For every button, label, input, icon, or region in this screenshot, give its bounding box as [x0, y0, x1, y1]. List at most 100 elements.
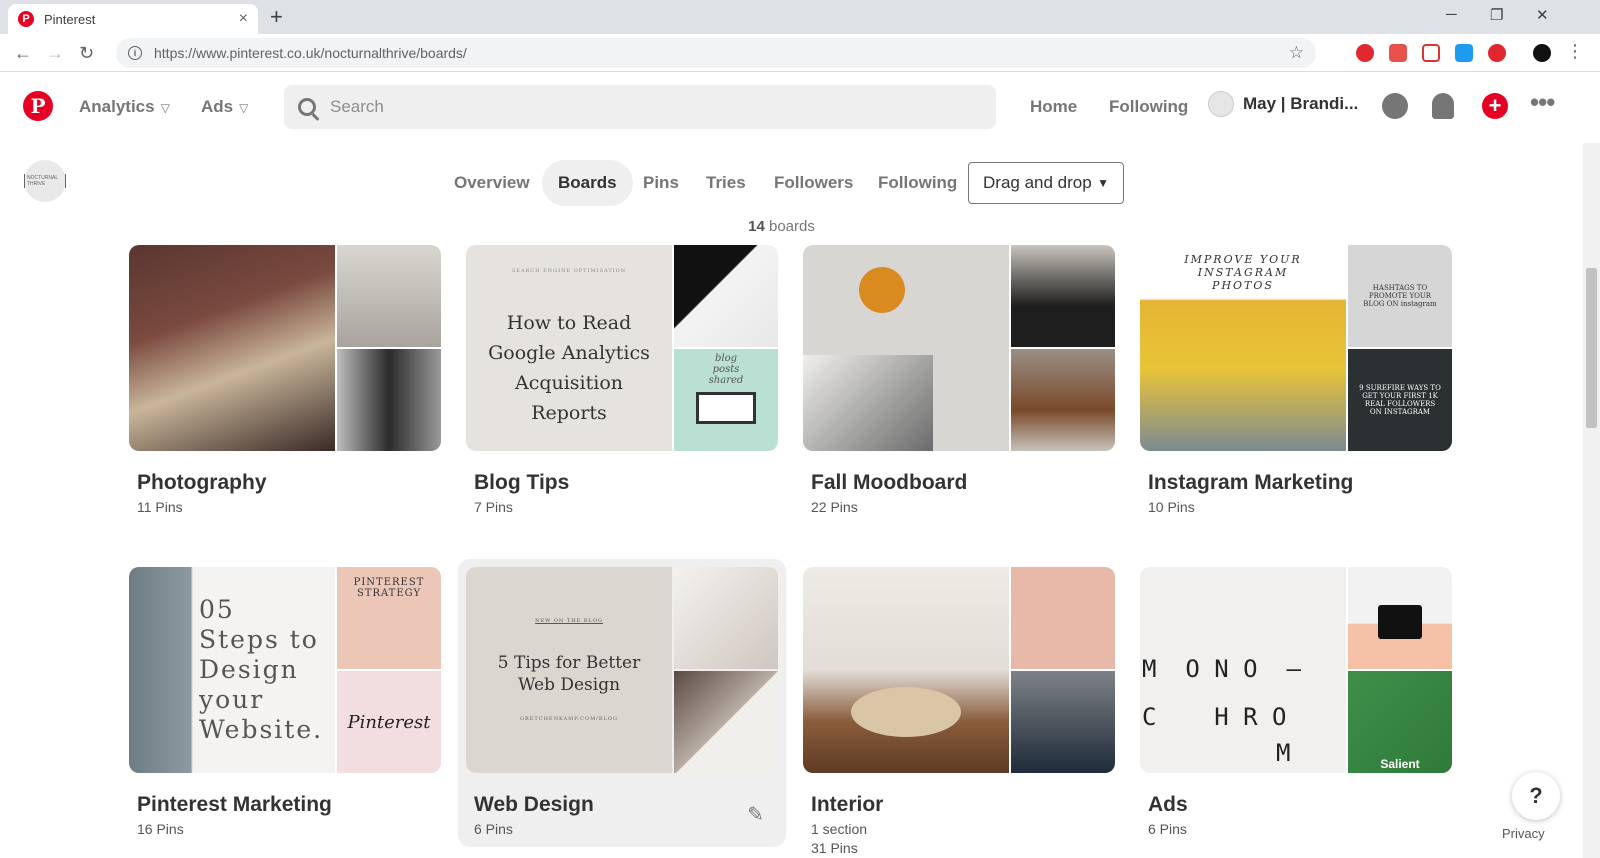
reload-icon[interactable]: ↻ [79, 43, 94, 64]
cover-image: SEARCH ENGINE OPTIMISATION How to Read G… [466, 245, 672, 451]
close-window-button[interactable]: ✕ [1536, 6, 1549, 24]
board-title: Blog Tips [474, 471, 570, 494]
pinterest-logo-icon[interactable]: P [23, 91, 53, 121]
cover-headline: IMPROVE YOUR INSTAGRAM PHOTOS [1184, 253, 1302, 292]
board-card-instagram-marketing[interactable]: IMPROVE YOUR INSTAGRAM PHOTOS HASHTAGS T… [1140, 245, 1452, 517]
board-title: Ads [1148, 793, 1188, 816]
tab-followers[interactable]: Followers [758, 160, 869, 206]
nav-home[interactable]: Home [1030, 97, 1077, 117]
board-card-fall-moodboard[interactable]: Fall Moodboard 22 Pins [803, 245, 1115, 517]
notifications-bell-icon[interactable] [1432, 93, 1454, 119]
analytics-menu[interactable]: Analytics ▽ [79, 97, 170, 117]
browser-tab[interactable]: P Pinterest × [8, 4, 258, 34]
bookmark-star-icon[interactable]: ☆ [1289, 43, 1304, 63]
board-cover: M O N O — C H R O M Salient [1140, 567, 1452, 773]
edit-pencil-icon[interactable]: ✎ [747, 802, 764, 827]
profile-tabs: Overview Boards Pins Tries Followers Fol… [0, 160, 1600, 208]
browser-menu-icon[interactable]: ⋮ [1566, 41, 1584, 62]
cover-image [1011, 567, 1115, 669]
restore-button[interactable]: ❐ [1490, 6, 1503, 24]
cover-side-text: 9 SUREFIRE WAYS TO GET YOUR FIRST 1K REA… [1359, 384, 1441, 416]
privacy-link[interactable]: Privacy [1502, 826, 1545, 841]
board-pin-count: 10 Pins [1148, 499, 1195, 515]
close-tab-icon[interactable]: × [239, 10, 248, 28]
chevron-down-icon: ▽ [239, 101, 249, 115]
cover-image [674, 567, 778, 669]
board-pin-count: 6 Pins [1148, 821, 1187, 837]
board-cover: 05 Steps to Design your Website. PINTERE… [129, 567, 441, 773]
orange-shape [859, 267, 905, 313]
messages-icon[interactable] [1382, 93, 1408, 119]
scrollbar-thumb[interactable] [1586, 268, 1597, 428]
address-toolbar: ← → ↻ i https://www.pinterest.co.uk/noct… [0, 34, 1600, 72]
board-card-interior[interactable]: Interior 1 section 31 Pins [803, 567, 1115, 858]
url-text: https://www.pinterest.co.uk/nocturnalthr… [154, 45, 467, 61]
back-icon[interactable]: ← [14, 43, 32, 64]
help-button[interactable]: ? [1512, 772, 1560, 820]
url-bar[interactable]: i https://www.pinterest.co.uk/nocturnalt… [116, 38, 1316, 68]
cover-mono-text-3: M [1276, 739, 1291, 767]
cover-side-text: HASHTAGS TO PROMOTE YOUR BLOG ON instagr… [1363, 284, 1437, 308]
extension-shield-icon[interactable] [1389, 44, 1407, 62]
tab-overview[interactable]: Overview [438, 160, 546, 206]
board-card-blog-tips[interactable]: SEARCH ENGINE OPTIMISATION How to Read G… [466, 245, 778, 517]
board-title: Interior [811, 793, 884, 816]
cover-headline: 5 Tips for Better Web Design [497, 653, 641, 695]
analytics-label: Analytics [79, 97, 155, 116]
nav-following[interactable]: Following [1109, 97, 1188, 117]
cover-image: NEW ON THE BLOG 5 Tips for Better Web De… [466, 567, 672, 773]
new-tab-button[interactable]: + [270, 6, 283, 28]
browser-tabstrip: P Pinterest × + ─ ❐ ✕ [0, 0, 1600, 34]
tab-following[interactable]: Following [862, 160, 973, 206]
cover-image [674, 671, 778, 773]
profile-avatar-icon[interactable] [1533, 44, 1551, 62]
board-cover [803, 567, 1115, 773]
cover-image: 9 SUREFIRE WAYS TO GET YOUR FIRST 1K REA… [1348, 349, 1452, 451]
more-options-icon[interactable]: ••• [1530, 87, 1564, 117]
cover-image [1011, 245, 1115, 347]
tab-title: Pinterest [44, 11, 96, 27]
cover-image: Salient [1348, 671, 1452, 773]
forward-icon[interactable]: → [46, 43, 64, 64]
board-card-ads[interactable]: M O N O — C H R O M Salient Ads 6 Pins [1140, 567, 1452, 839]
board-cover [129, 245, 441, 451]
board-card-web-design[interactable]: NEW ON THE BLOG 5 Tips for Better Web De… [458, 559, 786, 847]
ads-menu[interactable]: Ads ▽ [201, 97, 248, 117]
bag-shape [1378, 605, 1422, 639]
board-pin-count: 11 Pins [137, 499, 183, 515]
board-card-photography[interactable]: Photography 11 Pins [129, 245, 441, 517]
tab-pins[interactable]: Pins [627, 160, 695, 206]
cover-image [803, 245, 1009, 451]
search-icon [298, 98, 316, 116]
cover-image: M O N O — C H R O M [1140, 567, 1346, 773]
extension-adblock-icon[interactable] [1356, 44, 1374, 62]
extension-red-icon[interactable] [1488, 44, 1506, 62]
cover-side-text: Salient [1380, 757, 1420, 771]
extension-pocket-icon[interactable] [1422, 44, 1440, 62]
tab-tries[interactable]: Tries [690, 160, 762, 206]
monitor-icon [696, 392, 756, 424]
board-count-suffix: boards [764, 218, 815, 235]
user-profile-link[interactable]: May | Brandi... [1208, 91, 1358, 117]
cover-small-text: SEARCH ENGINE OPTIMISATION [511, 268, 627, 274]
board-card-pinterest-marketing[interactable]: 05 Steps to Design your Website. PINTERE… [129, 567, 441, 839]
cover-image [129, 245, 335, 451]
chevron-down-icon: ▼ [1097, 176, 1109, 190]
cover-side-text: PINTEREST STRATEGY [353, 577, 425, 599]
board-title: Fall Moodboard [811, 471, 968, 494]
search-input[interactable]: Search [284, 85, 996, 129]
board-count-number: 14 [748, 218, 765, 235]
board-title: Instagram Marketing [1148, 471, 1354, 494]
minimize-button[interactable]: ─ [1446, 6, 1457, 23]
cover-image: IMPROVE YOUR INSTAGRAM PHOTOS [1140, 245, 1346, 451]
create-plus-icon[interactable]: + [1482, 93, 1508, 119]
extension-blue-icon[interactable] [1455, 44, 1473, 62]
cover-image: HASHTAGS TO PROMOTE YOUR BLOG ON instagr… [1348, 245, 1452, 347]
tab-boards[interactable]: Boards [542, 160, 633, 206]
sort-dropdown[interactable]: Drag and drop ▼ [968, 162, 1124, 204]
site-info-icon[interactable]: i [128, 46, 142, 60]
page-scrollbar[interactable] [1583, 143, 1600, 858]
magazine-shape [803, 355, 933, 451]
cover-side-text: Pinterest [347, 711, 431, 733]
cover-headline: How to Read Google Analytics Acquisition… [488, 312, 650, 424]
